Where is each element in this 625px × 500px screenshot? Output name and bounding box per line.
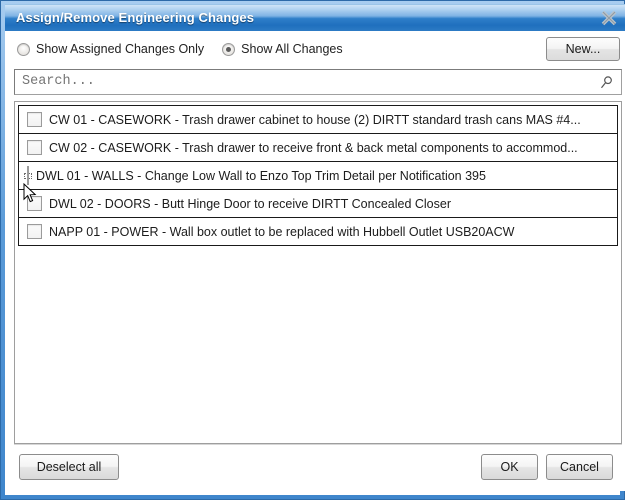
options-row: Show Assigned Changes Only Show All Chan… <box>9 31 625 68</box>
filter-radio-group: Show Assigned Changes Only Show All Chan… <box>17 42 343 56</box>
list-item-label: CW 01 - CASEWORK - Trash drawer cabinet … <box>49 112 581 127</box>
deselect-all-button[interactable]: Deselect all <box>19 454 119 480</box>
radio-button-icon <box>17 42 30 56</box>
radio-label: Show Assigned Changes Only <box>36 42 205 56</box>
list-item[interactable]: CW 01 - CASEWORK - Trash drawer cabinet … <box>18 105 618 134</box>
window-title: Assign/Remove Engineering Changes <box>16 10 255 25</box>
row-checkbox[interactable] <box>27 196 42 211</box>
title-bar: Assign/Remove Engineering Changes <box>5 4 625 31</box>
dialog-footer: Deselect all OK Cancel <box>9 444 625 491</box>
dialog-content: Show Assigned Changes Only Show All Chan… <box>8 31 625 491</box>
dialog-window: Assign/Remove Engineering Changes Show A… <box>0 0 625 500</box>
search-box[interactable] <box>14 69 622 95</box>
search-input[interactable] <box>22 74 582 89</box>
radio-label: Show All Changes <box>241 42 343 56</box>
row-checkbox-focus-ring <box>24 165 32 185</box>
changes-list: CW 01 - CASEWORK - Trash drawer cabinet … <box>18 105 618 246</box>
radio-show-all-changes[interactable]: Show All Changes <box>222 42 343 56</box>
list-item-label: DWL 01 - WALLS - Change Low Wall to Enzo… <box>36 168 486 183</box>
changes-list-panel[interactable]: CW 01 - CASEWORK - Trash drawer cabinet … <box>14 101 622 444</box>
close-icon[interactable] <box>596 7 622 29</box>
list-item[interactable]: NAPP 01 - POWER - Wall box outlet to be … <box>18 217 618 246</box>
row-checkbox[interactable] <box>27 165 29 185</box>
radio-button-selected-icon <box>222 42 236 56</box>
cancel-button[interactable]: Cancel <box>546 454 613 480</box>
list-item[interactable]: DWL 02 - DOORS - Butt Hinge Door to rece… <box>18 189 618 218</box>
row-checkbox[interactable] <box>27 112 42 127</box>
row-checkbox[interactable] <box>27 140 42 155</box>
magnifier-icon[interactable] <box>599 75 614 90</box>
new-button[interactable]: New... <box>546 37 620 61</box>
list-item[interactable]: DWL 01 - WALLS - Change Low Wall to Enzo… <box>18 161 618 190</box>
list-item-label: NAPP 01 - POWER - Wall box outlet to be … <box>49 224 515 239</box>
dialog-window-inner: Assign/Remove Engineering Changes Show A… <box>5 4 625 495</box>
list-item-label: CW 02 - CASEWORK - Trash drawer to recei… <box>49 140 578 155</box>
list-item-label: DWL 02 - DOORS - Butt Hinge Door to rece… <box>49 196 451 211</box>
ok-button[interactable]: OK <box>481 454 538 480</box>
radio-show-assigned-changes-only[interactable]: Show Assigned Changes Only <box>17 42 204 56</box>
list-item[interactable]: CW 02 - CASEWORK - Trash drawer to recei… <box>18 133 618 162</box>
row-checkbox[interactable] <box>27 224 42 239</box>
